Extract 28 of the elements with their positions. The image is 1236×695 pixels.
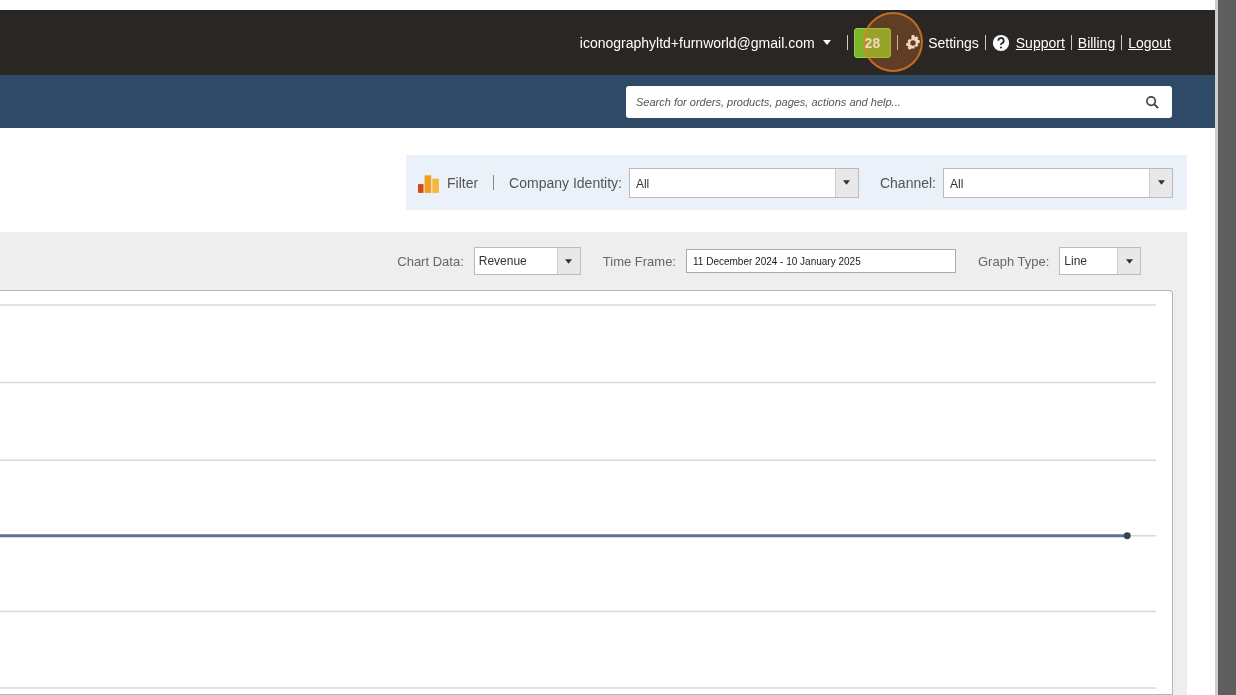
select-dropdown[interactable]: Revenue xyxy=(473,247,581,275)
caret-icon xyxy=(834,168,858,197)
settings-icon[interactable] xyxy=(904,33,923,52)
filter-label: Filter xyxy=(447,174,479,191)
filter-field-label: Company Identity: xyxy=(509,174,622,191)
search-field[interactable]: Search for orders, products, pages, actions and help... xyxy=(626,85,1172,118)
date-range-field[interactable]: 11 December 2024 - 10 January 2025 xyxy=(686,249,956,273)
control-label: Time Frame: xyxy=(602,253,676,269)
filter-field-label: Channel: xyxy=(879,174,936,191)
header-link[interactable]: Billing xyxy=(1077,34,1116,51)
caret-icon xyxy=(1149,168,1172,197)
scrollbar[interactable] xyxy=(1215,0,1236,695)
filter-dropdown[interactable]: All xyxy=(943,167,1173,198)
select-dropdown[interactable]: Line xyxy=(1059,247,1141,275)
control-label: Graph Type: xyxy=(978,253,1050,269)
control-label: Chart Data: xyxy=(397,253,464,269)
account-menu[interactable]: iconographyltd+furnworld@gmail.com xyxy=(579,34,815,51)
caret-icon xyxy=(1117,248,1140,274)
header-link[interactable]: Settings xyxy=(928,34,979,51)
help-icon[interactable] xyxy=(991,33,1010,52)
bar-chart-icon xyxy=(418,172,440,193)
search-icon[interactable] xyxy=(1145,94,1160,110)
header-link[interactable]: Logout xyxy=(1128,34,1171,51)
header-link[interactable]: Support xyxy=(1015,34,1065,51)
caret-icon[interactable] xyxy=(822,40,831,45)
click-highlight xyxy=(863,12,923,72)
filter-dropdown[interactable]: All xyxy=(628,167,859,198)
caret-icon xyxy=(556,248,580,274)
